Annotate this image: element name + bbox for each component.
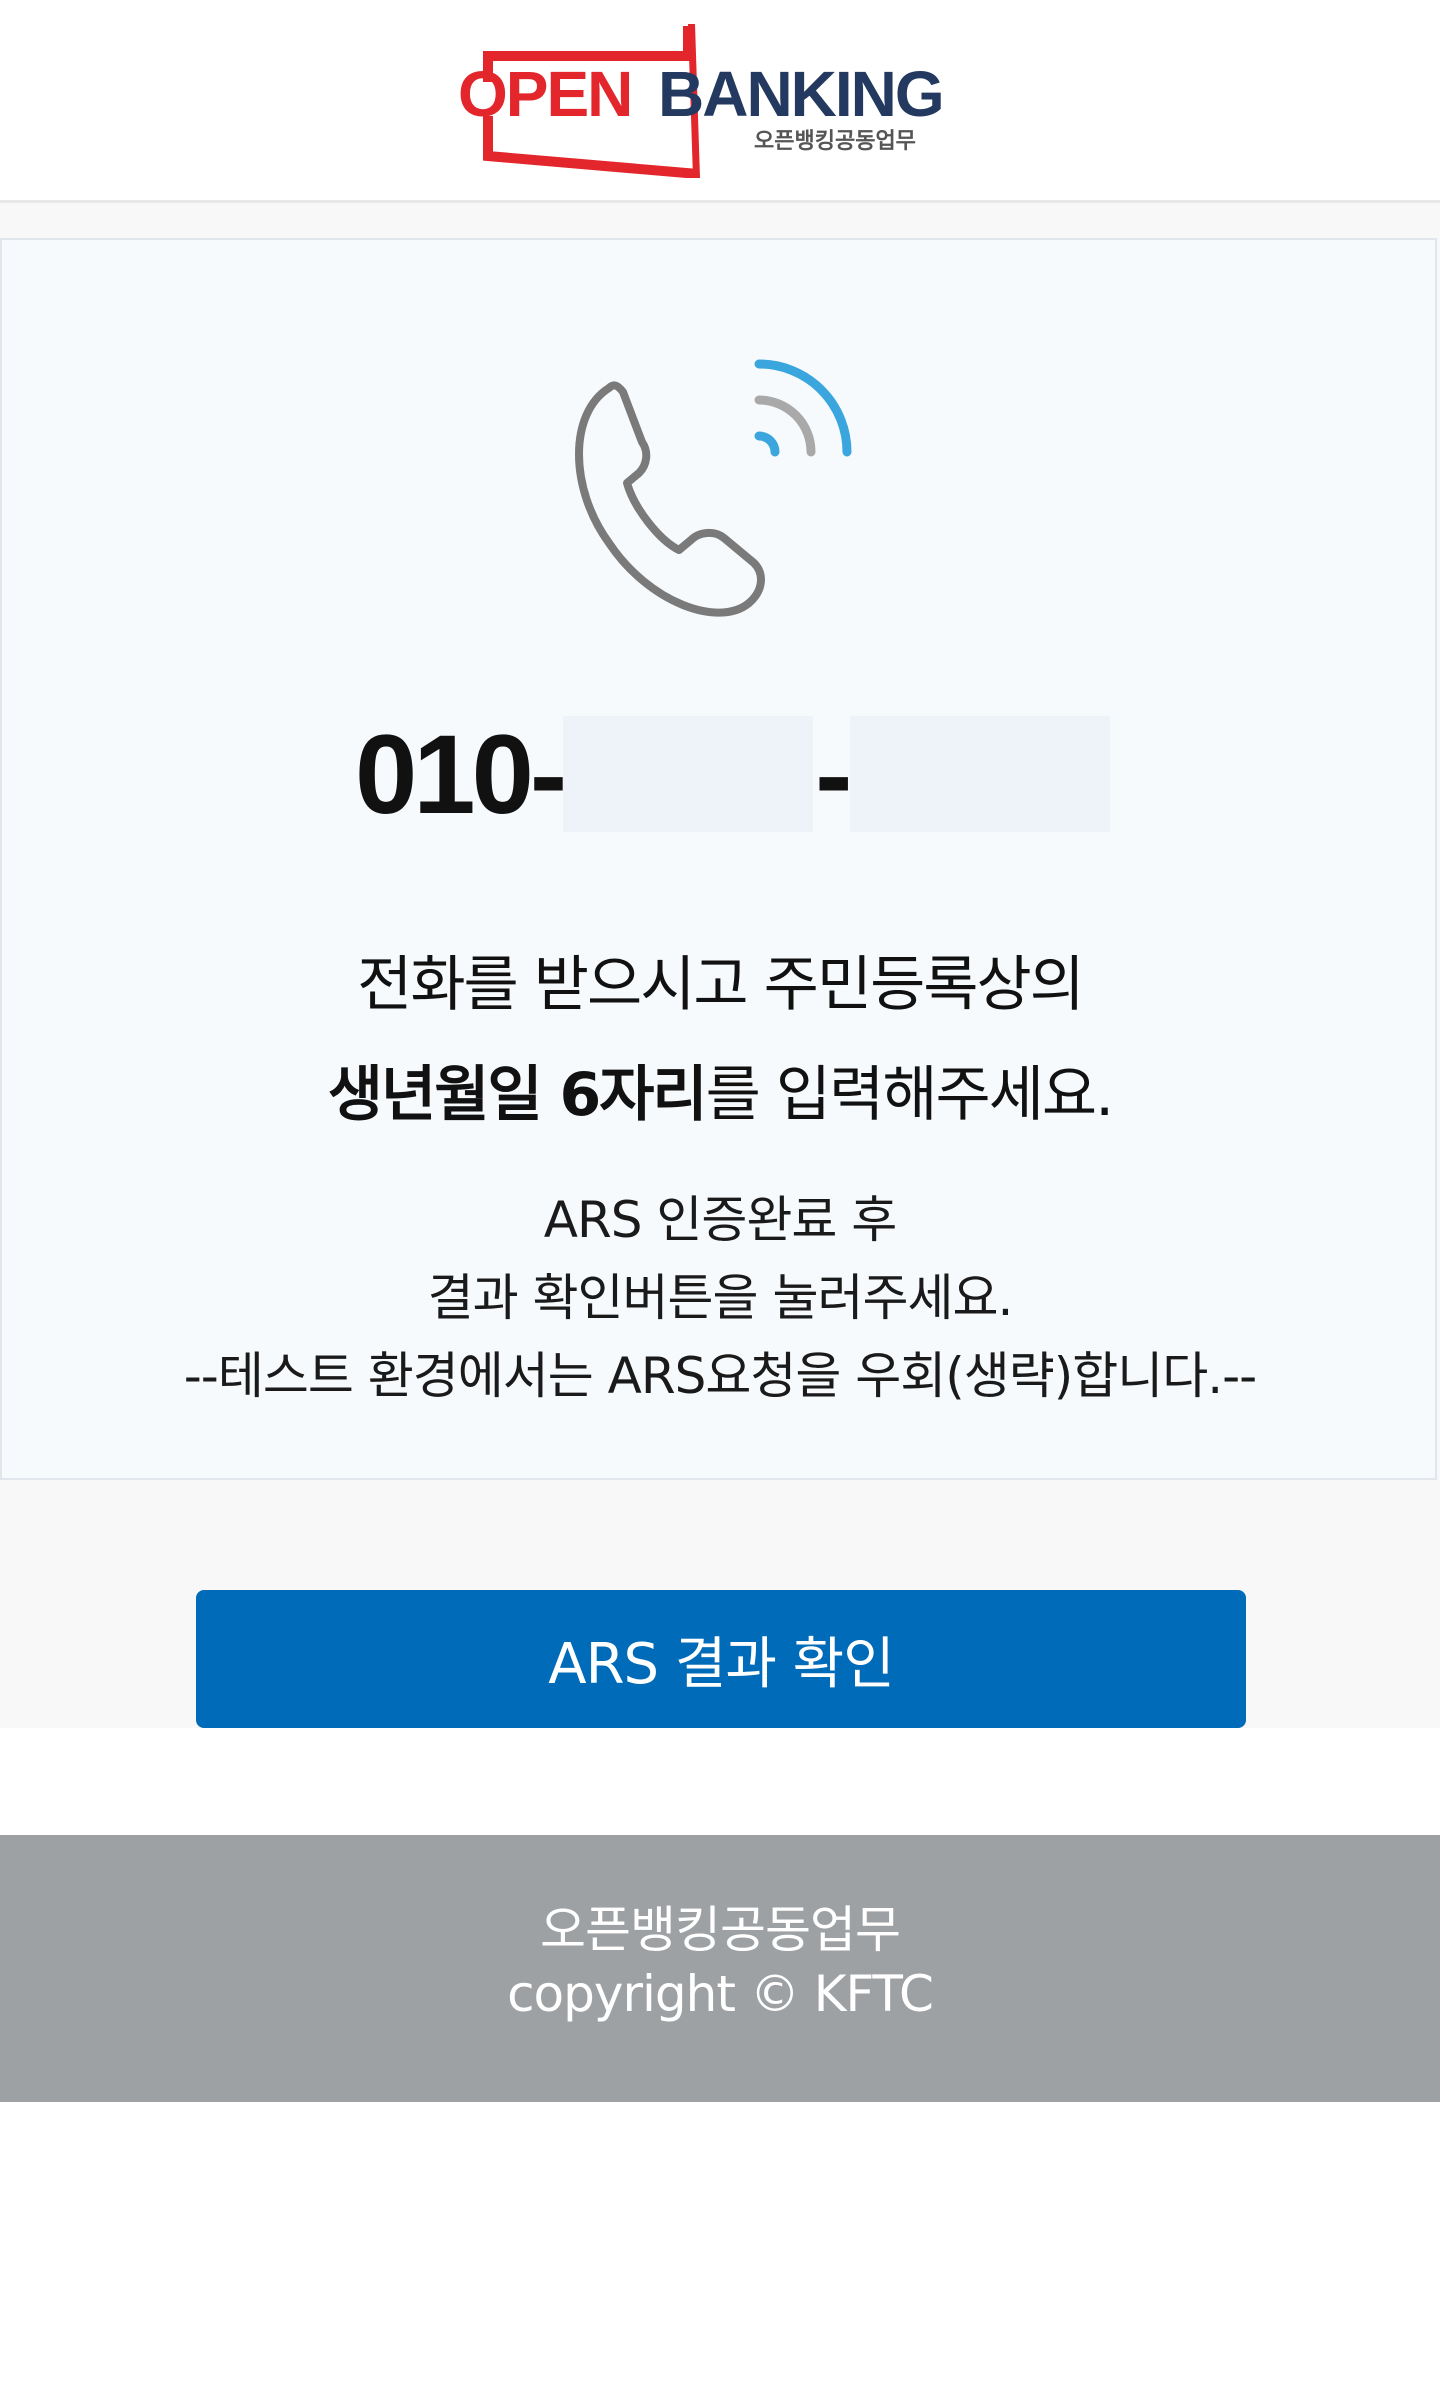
phone-number: 010- - bbox=[355, 712, 1111, 837]
footer-copyright: copyright © KFTC bbox=[507, 1965, 934, 2023]
instruction-line1: 전화를 받으시고 주민등록상의 bbox=[357, 950, 1085, 1020]
test-env-notice: --테스트 환경에서는 ARS요청을 우회(생략)합니다.-- bbox=[183, 1347, 1257, 1405]
phone-separator: - bbox=[815, 711, 852, 837]
sub-instruction-line2: 결과 확인버튼을 눌러주세요. bbox=[427, 1269, 1014, 1327]
phone-prefix: 010- bbox=[355, 711, 567, 837]
instruction-rest: 를 입력해주세요. bbox=[705, 1060, 1115, 1130]
svg-text:OPEN: OPEN bbox=[458, 58, 631, 130]
sub-instruction-line1: ARS 인증완료 후 bbox=[543, 1191, 897, 1249]
instruction-bold: 생년월일 6자리 bbox=[327, 1060, 708, 1130]
footer-org-name: 오픈뱅킹공동업무 bbox=[540, 1901, 901, 1959]
instruction-line2: 생년월일 6자리를 입력해주세요. bbox=[0, 1046, 1440, 1133]
ars-result-check-button[interactable]: ARS 결과 확인 bbox=[196, 1590, 1246, 1728]
phone-calling-icon bbox=[575, 359, 852, 617]
masked-phone-middle bbox=[563, 716, 814, 832]
footer: 오픈뱅킹공동업무 copyright © KFTC bbox=[0, 1835, 1440, 2102]
svg-text:오픈뱅킹공동업무: 오픈뱅킹공동업무 bbox=[754, 129, 916, 154]
svg-text:BANKING: BANKING bbox=[658, 58, 943, 130]
masked-phone-last bbox=[850, 716, 1111, 832]
header: OPEN BANKING 오픈뱅킹공동업무 bbox=[0, 0, 1440, 203]
openbanking-logo: OPEN BANKING 오픈뱅킹공동업무 bbox=[458, 24, 945, 178]
